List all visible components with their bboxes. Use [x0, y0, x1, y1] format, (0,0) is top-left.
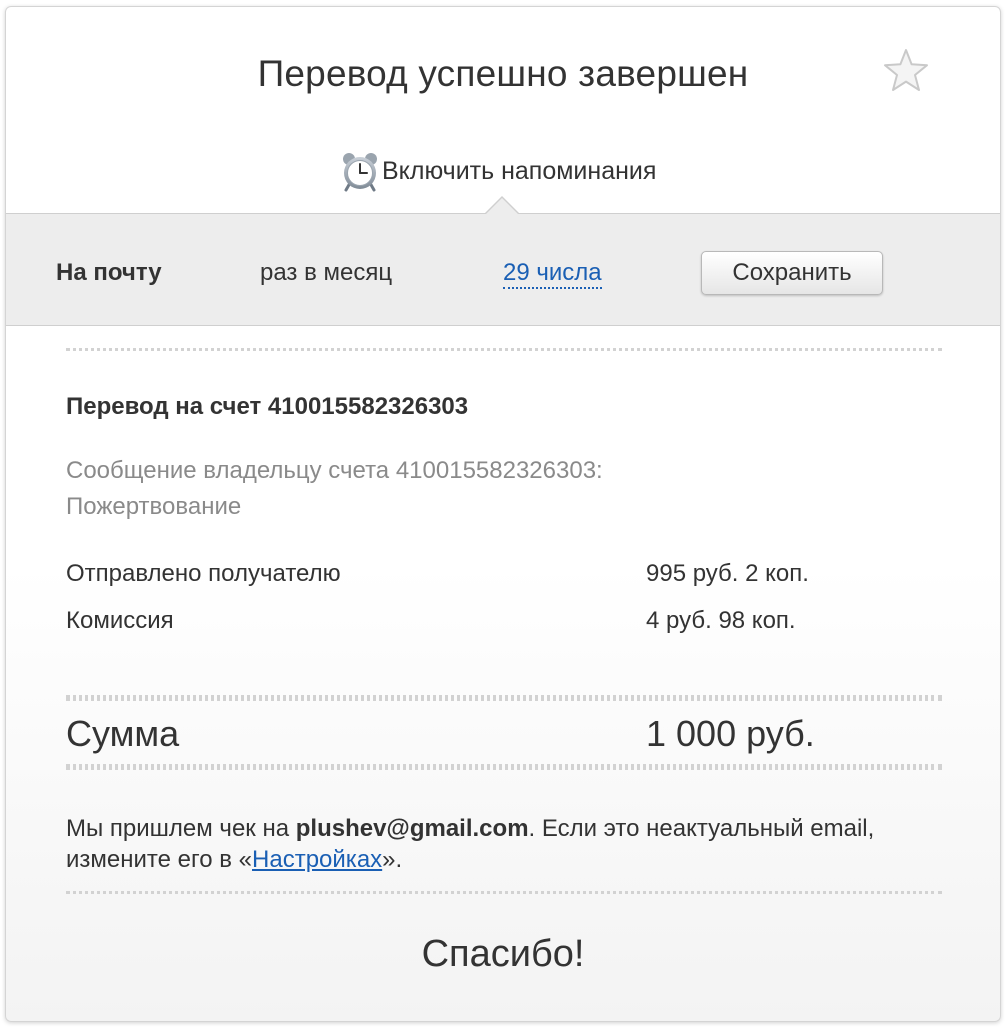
divider: [66, 695, 942, 701]
save-button[interactable]: Сохранить: [701, 251, 883, 295]
star-icon[interactable]: [882, 47, 930, 95]
receipt-note-text: измените его в «: [66, 846, 253, 873]
commission-label: Комиссия: [66, 607, 174, 634]
recipient-message-line: Сообщение владельцу счета 41001558232630…: [66, 457, 603, 484]
panel-pointer-fill: [485, 198, 519, 215]
divider: [66, 348, 942, 351]
transfer-title: Перевод на счет 410015582326303: [66, 393, 469, 420]
divider: [66, 764, 942, 770]
alarm-clock-icon: [343, 153, 377, 192]
receipt-email: plushev@gmail.com: [295, 815, 529, 842]
transfer-success-card: Перевод успешно завершен Включить напоми…: [5, 6, 1001, 1022]
recipient-message: Сообщение владельцу счета 41001558232630…: [66, 453, 706, 525]
total-value: 1 000 руб.: [646, 713, 815, 754]
reminder-frequency: раз в месяц: [260, 259, 393, 286]
commission-value: 4 руб. 98 коп.: [646, 607, 796, 634]
receipt-note: Мы пришлем чек на plushev@gmail.com. Есл…: [66, 813, 956, 875]
enable-reminders-label: Включить напоминания: [382, 156, 657, 185]
receipt-note-text: ».: [382, 846, 403, 873]
reminder-channel-label: На почту: [56, 259, 162, 286]
enable-reminders-toggle[interactable]: Включить напоминания: [340, 149, 656, 193]
settings-link[interactable]: Настройках: [252, 846, 382, 873]
receipt-note-text: . Если это неактуальный email,: [528, 815, 875, 842]
thanks-message: Спасибо!: [421, 933, 585, 975]
recipient-message-text: Пожертвование: [66, 493, 242, 520]
sent-to-recipient-value: 995 руб. 2 коп.: [646, 560, 809, 587]
sent-to-recipient-label: Отправлено получателю: [66, 560, 341, 587]
divider: [66, 891, 942, 894]
reminder-day-link[interactable]: 29 числа: [503, 259, 602, 289]
page-title: Перевод успешно завершен: [257, 53, 749, 94]
total-label: Сумма: [66, 713, 180, 754]
receipt-note-text: Мы пришлем чек на: [66, 815, 296, 842]
